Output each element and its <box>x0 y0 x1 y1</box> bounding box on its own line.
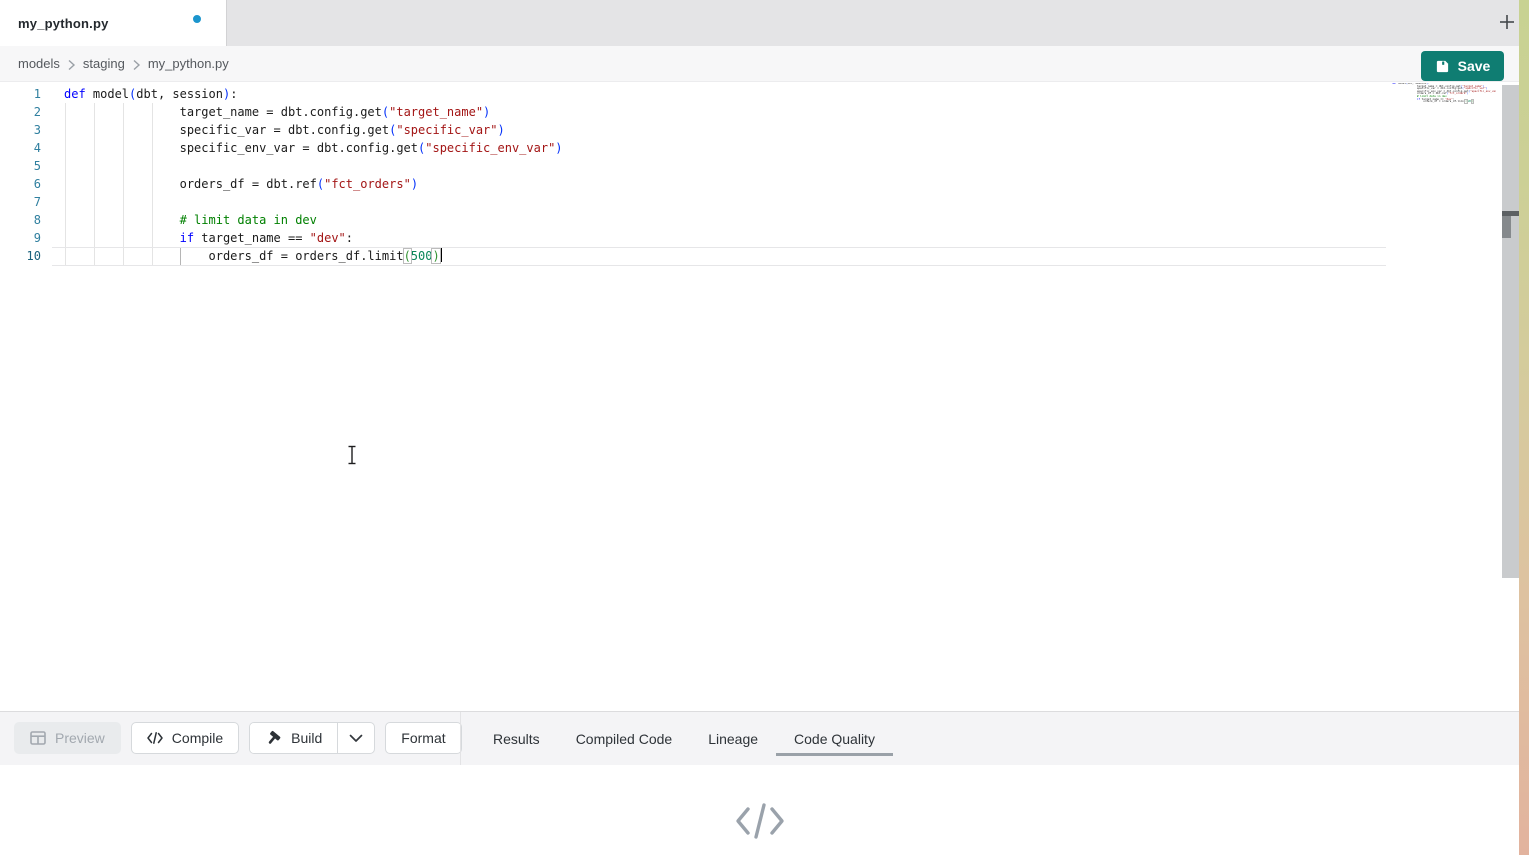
code-brackets-icon <box>147 732 163 744</box>
line-number: 6 <box>0 175 41 193</box>
scrollbar-cursor-marker-stem[interactable] <box>1502 216 1511 238</box>
build-options-dropdown[interactable] <box>337 723 374 753</box>
line-number: 7 <box>0 193 41 211</box>
build-button[interactable]: Build <box>250 723 337 753</box>
breadcrumb-staging[interactable]: staging <box>83 56 125 71</box>
bottom-toolbar: Preview Compile Build Format Results Com… <box>0 711 1519 765</box>
toolbar-buttons: Preview Compile Build Format <box>14 722 462 754</box>
chevron-down-icon <box>349 734 363 743</box>
preview-label: Preview <box>55 730 105 746</box>
toolbar-divider <box>460 712 461 765</box>
breadcrumb-models[interactable]: models <box>18 56 60 71</box>
breadcrumb: models staging my_python.py <box>0 46 1519 82</box>
code-quality-panel <box>0 765 1519 855</box>
line-number: 3 <box>0 121 41 139</box>
current-line-border-bottom <box>52 265 1386 266</box>
format-button[interactable]: Format <box>385 722 461 754</box>
breadcrumb-my-python-py[interactable]: my_python.py <box>148 56 229 71</box>
format-label: Format <box>401 730 445 746</box>
minimap[interactable]: def model(dbt, session): target_name = d… <box>1392 83 1496 147</box>
line-number: 8 <box>0 211 41 229</box>
desktop-edge-strip <box>1519 0 1529 855</box>
text-caret <box>440 248 442 262</box>
save-label: Save <box>1458 58 1491 74</box>
tab-lineage[interactable]: Lineage <box>690 712 776 765</box>
code-line-4[interactable]: 4 specific_env_var = dbt.config.get("spe… <box>0 139 1399 157</box>
chevron-right-icon <box>67 59 76 71</box>
floppy-disk-icon <box>1435 59 1450 74</box>
code-editor[interactable]: 1def model(dbt, session):2 target_name =… <box>0 82 1519 711</box>
tab-title: my_python.py <box>18 16 109 31</box>
code-line-3[interactable]: 3 specific_var = dbt.config.get("specifi… <box>0 121 1399 139</box>
tab-results[interactable]: Results <box>475 712 558 765</box>
code-lines: 1def model(dbt, session):2 target_name =… <box>0 85 1399 265</box>
save-button[interactable]: Save <box>1421 51 1504 81</box>
plus-icon <box>1497 12 1517 32</box>
unsaved-dot-icon <box>193 15 201 23</box>
code-line-5[interactable]: 5 <box>0 157 1399 175</box>
compile-button[interactable]: Compile <box>131 722 239 754</box>
preview-button[interactable]: Preview <box>14 722 121 754</box>
editor-scrollbar-track[interactable] <box>1502 85 1519 578</box>
line-number: 10 <box>0 247 41 265</box>
new-tab-button[interactable] <box>1495 10 1519 34</box>
code-line-9[interactable]: 9 if target_name == "dev": <box>0 229 1399 247</box>
line-number: 1 <box>0 85 41 103</box>
tab-my-python-py[interactable]: my_python.py <box>0 0 227 46</box>
code-line-2[interactable]: 2 target_name = dbt.config.get("target_n… <box>0 103 1399 121</box>
code-line-6[interactable]: 6 orders_df = dbt.ref("fct_orders") <box>0 175 1399 193</box>
line-number: 4 <box>0 139 41 157</box>
code-line-7[interactable]: 7 <box>0 193 1399 211</box>
result-tabs: Results Compiled Code Lineage Code Quali… <box>475 712 893 765</box>
line-number: 2 <box>0 103 41 121</box>
hammer-icon <box>265 730 282 747</box>
current-line-border-top <box>52 247 1386 248</box>
line-number: 9 <box>0 229 41 247</box>
table-grid-icon <box>30 731 46 745</box>
code-placeholder-icon <box>734 801 786 841</box>
chevron-right-icon <box>132 59 141 71</box>
tab-code-quality[interactable]: Code Quality <box>776 712 893 765</box>
tab-compiled-code[interactable]: Compiled Code <box>558 712 691 765</box>
code-line-8[interactable]: 8 # limit data in dev <box>0 211 1399 229</box>
mouse-ibeam-cursor <box>346 445 358 465</box>
line-number: 5 <box>0 157 41 175</box>
editor-tab-bar: my_python.py <box>0 0 1519 46</box>
code-line-10[interactable]: 10 orders_df = orders_df.limit(500) <box>0 247 1399 265</box>
build-label: Build <box>291 730 322 746</box>
code-line-1[interactable]: 1def model(dbt, session): <box>0 85 1399 103</box>
build-split-button: Build <box>249 722 375 754</box>
compile-label: Compile <box>172 730 223 746</box>
